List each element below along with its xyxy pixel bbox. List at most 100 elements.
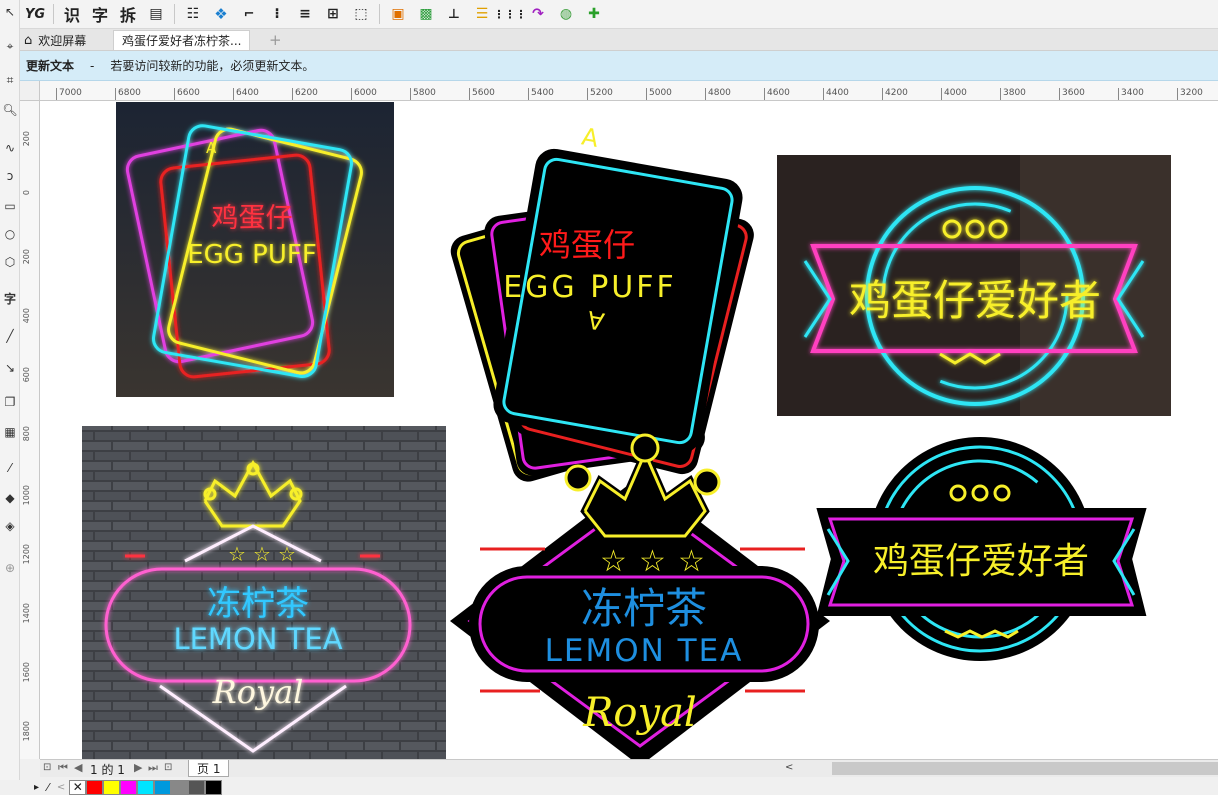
ruler-tick-label: 7000 — [59, 88, 82, 98]
nodes-icon[interactable]: ⁝ — [264, 2, 290, 26]
color-swatch[interactable] — [171, 779, 189, 795]
update-message-bar: 更新文本 - 若要访问较新的功能，必须更新文本。 — [20, 51, 1218, 81]
photo1-card-letter: A — [206, 139, 217, 157]
color-palette: ▸ ⁄ < ✕ — [20, 779, 1218, 795]
split-button[interactable]: 拆 — [115, 2, 141, 26]
bezier-tool-icon[interactable]: ↄ — [2, 168, 18, 184]
smart-fill-tool-icon[interactable]: ◈ — [2, 518, 18, 534]
text-tool-icon[interactable]: 字 — [2, 290, 18, 306]
color-swatch[interactable] — [86, 779, 104, 795]
table-icon[interactable]: ☷ — [180, 2, 206, 26]
ruler-tick-label: 200 — [22, 131, 31, 147]
vector-lemon-tea-sign[interactable]: ☆ ☆ ☆ 冻柠茶 LEMON TEA Royal — [450, 433, 830, 759]
ruler-tick-label: 5400 — [531, 88, 554, 98]
ruler-tick-label: 5000 — [649, 88, 672, 98]
ruler-origin-icon[interactable] — [20, 81, 40, 101]
color-swatch[interactable] — [137, 779, 155, 795]
cluster-icon[interactable]: ❖ — [208, 2, 234, 26]
tab-label: 鸡蛋仔爱好者冻柠茶... — [122, 34, 242, 48]
ruler-tick-label: 3400 — [1121, 88, 1144, 98]
tab-document[interactable]: 鸡蛋仔爱好者冻柠茶... — [113, 30, 251, 50]
vector-egg-puff-card[interactable]: A A 鸡蛋仔 EGG PUFF — [447, 122, 757, 485]
rectangle-tool-icon[interactable]: ▭ — [2, 198, 18, 214]
new-tab-icon[interactable]: + — [269, 30, 282, 50]
drawing-canvas[interactable]: A 鸡蛋仔 EGG PUFF A A 鸡蛋仔 EGG PUFF 鸡蛋仔爱好者 ☆… — [40, 101, 1218, 759]
ruler-tick-label: 5200 — [590, 88, 613, 98]
photo-egg-puff-neon[interactable]: A 鸡蛋仔 EGG PUFF — [116, 102, 394, 397]
vertical-ruler[interactable]: 200 0 200 400 600 800 1000 1200 1400 1600 1800 — [20, 101, 40, 759]
polygon-tool-icon[interactable]: ⬡ — [2, 254, 18, 270]
transparency-tool-icon[interactable]: ▦ — [2, 424, 18, 440]
yg-plugin-button[interactable]: YG — [22, 2, 48, 26]
freehand-tool-icon[interactable]: ∿ — [2, 140, 18, 156]
tab-welcome[interactable]: ⌂ 欢迎屏幕 — [24, 30, 86, 50]
horizontal-scrollbar[interactable] — [832, 762, 1218, 775]
globe-icon[interactable]: ◍ — [553, 2, 579, 26]
card-en-label: EGG PUFF — [503, 270, 677, 305]
color-swap-icon[interactable]: ▣ — [385, 2, 411, 26]
select-area-icon[interactable]: ⬚ — [348, 2, 374, 26]
shadow-tool-icon[interactable]: ❐ — [2, 394, 18, 410]
vector-badge-sign[interactable]: 鸡蛋仔爱好者 — [816, 436, 1147, 662]
photo3-star-2: ☆ — [253, 542, 271, 566]
connector-tool-icon[interactable]: ↘ — [2, 360, 18, 376]
transform-icon[interactable]: ↷ — [525, 2, 551, 26]
puzzle-icon[interactable]: ✚ — [581, 2, 607, 26]
next-page-icon[interactable]: ▶ — [134, 761, 142, 774]
dots-icon[interactable]: ⋮⋮⋮ — [494, 2, 527, 26]
pick-tool-icon[interactable]: ↖ — [2, 4, 18, 20]
photo-badge-neon[interactable]: 鸡蛋仔爱好者 — [777, 155, 1171, 416]
crop-tool-icon[interactable]: ⌗ — [2, 72, 18, 88]
ruler-tick-label: 3200 — [1180, 88, 1203, 98]
color-swatch[interactable] — [188, 779, 206, 795]
add-tool-icon[interactable]: ⊕ — [2, 560, 18, 576]
color-swatch[interactable] — [154, 779, 172, 795]
curve-icon[interactable]: ⌐ — [236, 2, 262, 26]
lines-icon[interactable]: ≡ — [292, 2, 318, 26]
horizontal-ruler[interactable]: 7000 6800 6600 6400 6200 6000 5800 5600 5400 5200… — [20, 81, 1218, 101]
align-icon[interactable]: ⊥ — [441, 2, 467, 26]
color-swatch[interactable] — [205, 779, 223, 795]
palette-arrow-icon[interactable]: ▸ — [34, 782, 39, 793]
grid-icon[interactable]: ⊞ — [320, 2, 346, 26]
prev-page-icon[interactable]: ◀ — [74, 761, 82, 774]
toolbar-divider — [379, 4, 380, 24]
ruler-tick-label: 6000 — [354, 88, 377, 98]
photo-lemon-tea-neon[interactable]: ☆ ☆ ☆ 冻柠茶 LEMON TEA Royal — [82, 426, 446, 759]
ellipse-tool-icon[interactable]: ○ — [2, 226, 18, 242]
list-icon[interactable]: ☰ — [469, 2, 495, 26]
page-tab[interactable]: 页 1 — [188, 760, 230, 777]
ruler-tick-label: 5600 — [472, 88, 495, 98]
no-color-swatch[interactable]: ✕ — [69, 779, 87, 795]
photo3-royal-label: Royal — [212, 673, 304, 711]
vector-badge-label: 鸡蛋仔爱好者 — [873, 541, 1089, 582]
eyedropper-tool-icon[interactable]: ⁄ — [2, 460, 18, 476]
eyedropper-icon[interactable]: ⁄ — [47, 781, 49, 794]
ruler-tick-mark — [1118, 88, 1119, 100]
ocr-button[interactable]: 识 — [59, 2, 85, 26]
color-swatch[interactable] — [103, 779, 121, 795]
add-page-icon[interactable]: ⊡ — [164, 762, 172, 773]
home-icon: ⌂ — [24, 32, 33, 48]
page-navigation-bar: ⊡ ⏮ ◀ 1 的 1 ▶ ⏭ ⊡ 页 1 < — [40, 759, 1218, 777]
scroll-left-icon[interactable]: < — [785, 762, 799, 776]
palette-scroll-icon[interactable]: < — [57, 782, 65, 793]
last-page-icon[interactable]: ⏭ — [148, 761, 158, 775]
first-page-icon[interactable]: ⊡ — [43, 762, 51, 773]
ruler-tick-mark — [823, 88, 824, 100]
prev-start-icon[interactable]: ⏮ — [58, 761, 68, 775]
char-button[interactable]: 字 — [87, 2, 113, 26]
fill-tool-icon[interactable]: ◆ — [2, 490, 18, 506]
ruler-tick-mark — [764, 88, 765, 100]
tab-label: 欢迎屏幕 — [38, 33, 87, 48]
photo3-star-1: ☆ — [228, 542, 246, 566]
ruler-tick-mark — [528, 88, 529, 100]
shape-tool-icon[interactable]: ⌖ — [2, 38, 18, 54]
color-swatch[interactable] — [120, 779, 138, 795]
image-icon[interactable]: ▩ — [413, 2, 439, 26]
line-tool-icon[interactable]: ╱ — [2, 328, 18, 344]
zoom-tool-icon[interactable]: 🔍︎ — [2, 102, 18, 118]
document-icon[interactable]: ▤ — [143, 2, 169, 26]
ruler-tick-mark — [1059, 88, 1060, 100]
ruler-tick-mark — [941, 88, 942, 100]
